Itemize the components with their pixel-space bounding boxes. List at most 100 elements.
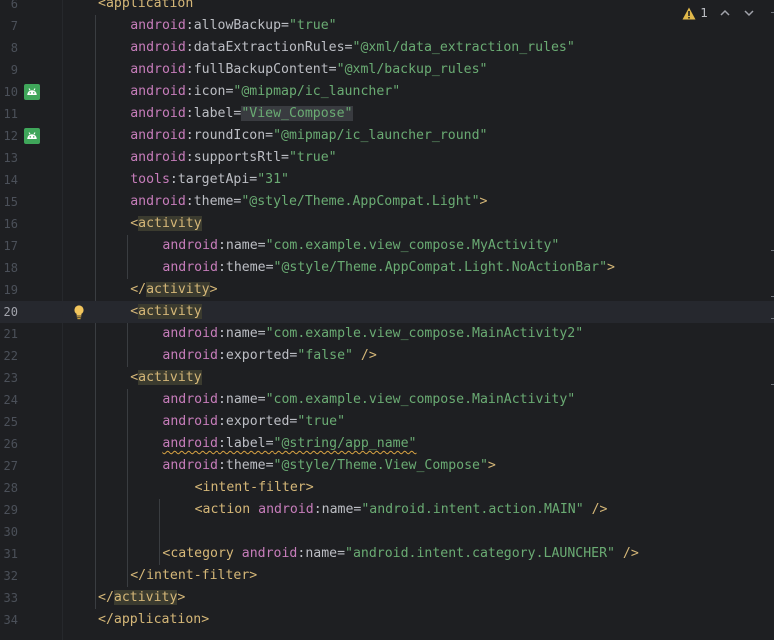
code-text[interactable]: android:label="@string/app_name"	[162, 433, 416, 455]
code-token: <application	[98, 0, 194, 11]
line-number: 25	[3, 415, 18, 429]
code-text[interactable]: <action android:name="android.intent.act…	[195, 499, 608, 521]
code-token: "@style/Theme.View_Compose"	[273, 458, 488, 473]
code-line[interactable]: 9 android:fullBackupContent="@xml/backup_…	[0, 59, 774, 81]
code-text[interactable]: android:name="com.example.view_compose.M…	[162, 389, 575, 411]
code-text[interactable]: android:fullBackupContent="@xml/backup_r…	[130, 59, 487, 81]
code-line[interactable]: 7 android:allowBackup="true"	[0, 15, 774, 37]
code-line[interactable]: 12 android:roundIcon="@mipmap/ic_launcher…	[0, 125, 774, 147]
code-text[interactable]: android:exported="false" />	[162, 345, 376, 367]
chevron-down-icon[interactable]	[742, 6, 756, 20]
chevron-up-icon[interactable]	[718, 6, 732, 20]
line-number: 29	[3, 503, 18, 517]
line-number: 18	[3, 261, 18, 275]
code-text[interactable]: </activity>	[98, 587, 185, 609]
code-token: tools	[130, 172, 170, 187]
code-token: "com.example.view_compose.MainActivity2"	[265, 326, 584, 341]
code-line[interactable]: 16 <activity	[0, 213, 774, 235]
code-token: android	[162, 436, 218, 451]
code-text[interactable]: android:exported="true"	[162, 411, 345, 433]
code-token: "@style/Theme.AppCompat.Light"	[241, 194, 480, 209]
code-line[interactable]: 24 android:name="com.example.view_compose…	[0, 389, 774, 411]
code-text[interactable]: </intent-filter>	[130, 565, 257, 587]
code-line[interactable]: 17 android:name="com.example.view_compose…	[0, 235, 774, 257]
code-line[interactable]: 18 android:theme="@style/Theme.AppCompat.…	[0, 257, 774, 279]
code-token: </	[98, 590, 114, 605]
code-text[interactable]: android:name="com.example.view_compose.M…	[162, 323, 583, 345]
code-line[interactable]: 10 android:icon="@mipmap/ic_launcher"	[0, 81, 774, 103]
code-text[interactable]: <activity	[130, 213, 202, 235]
code-token: :dataExtractionRules=	[185, 40, 353, 55]
line-number: 7	[10, 19, 18, 33]
code-line[interactable]: 15 android:theme="@style/Theme.AppCompat.…	[0, 191, 774, 213]
code-line[interactable]: 27 android:theme="@style/Theme.View_Compo…	[0, 455, 774, 477]
code-line[interactable]: 31 <category android:name="android.intent…	[0, 543, 774, 565]
code-line[interactable]: 33 </activity>	[0, 587, 774, 609]
line-number: 23	[3, 371, 18, 385]
code-text[interactable]: </application>	[98, 609, 209, 631]
code-line[interactable]: 26 android:label="@string/app_name"	[0, 433, 774, 455]
code-text[interactable]: <intent-filter>	[195, 477, 314, 499]
code-line[interactable]: 19 </activity>	[0, 279, 774, 301]
code-token: android	[130, 106, 186, 121]
code-line[interactable]: 11 android:label="View_Compose"	[0, 103, 774, 125]
code-text[interactable]: android:roundIcon="@mipmap/ic_launcher_r…	[130, 125, 487, 147]
line-number: 8	[10, 41, 18, 55]
code-line[interactable]: 32 </intent-filter>	[0, 565, 774, 587]
line-number: 27	[3, 459, 18, 473]
code-text[interactable]: <activity	[130, 301, 202, 323]
line-number: 14	[3, 173, 18, 187]
code-token: :exported=	[217, 414, 298, 429]
code-token: :name=	[217, 392, 266, 407]
code-line[interactable]: 22 android:exported="false" />	[0, 345, 774, 367]
code-text[interactable]: android:allowBackup="true"	[130, 15, 336, 37]
code-text[interactable]: android:theme="@style/Theme.AppCompat.Li…	[130, 191, 487, 213]
code-token: "@style/Theme.AppCompat.Light.NoActionBa…	[273, 260, 608, 275]
code-token: :theme=	[217, 260, 274, 275]
line-number: 13	[3, 151, 18, 165]
code-text[interactable]: android:label="View_Compose"	[130, 103, 353, 125]
android-icon[interactable]	[24, 128, 40, 144]
code-line[interactable]: 21 android:name="com.example.view_compose…	[0, 323, 774, 345]
code-text[interactable]: <activity	[130, 367, 202, 389]
code-text[interactable]: android:supportsRtl="true"	[130, 147, 336, 169]
inspection-widget[interactable]: 1	[682, 4, 756, 22]
code-token: android	[130, 84, 186, 99]
line-number: 11	[3, 107, 18, 121]
code-token: :name=	[217, 238, 266, 253]
code-line[interactable]: 34 </application>	[0, 609, 774, 631]
code-line[interactable]: 8 android:dataExtractionRules="@xml/data_…	[0, 37, 774, 59]
code-line[interactable]: 30	[0, 521, 774, 543]
code-token: android	[162, 326, 218, 341]
code-token: android	[130, 150, 186, 165]
code-token: />	[614, 546, 639, 561]
code-line[interactable]: 13 android:supportsRtl="true"	[0, 147, 774, 169]
code-line[interactable]: 20 <activity	[0, 301, 774, 323]
code-token: android	[162, 458, 218, 473]
code-line[interactable]: 6 <application	[0, 0, 774, 15]
code-text[interactable]: android:icon="@mipmap/ic_launcher"	[130, 81, 400, 103]
code-text[interactable]: android:dataExtractionRules="@xml/data_e…	[130, 37, 575, 59]
warning-count: 1	[700, 6, 708, 20]
code-token: :targetApi=	[169, 172, 258, 187]
code-text[interactable]: android:theme="@style/Theme.View_Compose…	[162, 455, 495, 477]
code-line[interactable]: 28 <intent-filter>	[0, 477, 774, 499]
code-text[interactable]: android:name="com.example.view_compose.M…	[162, 235, 559, 257]
code-line[interactable]: 14 tools:targetApi="31"	[0, 169, 774, 191]
code-editor[interactable]: 6 <application 7 android:allowBackup="true"…	[0, 0, 774, 640]
lightbulb-icon[interactable]	[72, 304, 86, 320]
code-text[interactable]: <category android:name="android.intent.c…	[162, 543, 638, 565]
code-token: >	[487, 458, 496, 473]
code-token: activity	[146, 282, 210, 297]
code-text[interactable]: </activity>	[130, 279, 218, 301]
code-line[interactable]: 25 android:exported="true"	[0, 411, 774, 433]
code-text[interactable]: tools:targetApi="31"	[130, 169, 289, 191]
code-line[interactable]: 23 <activity	[0, 367, 774, 389]
code-text[interactable]: <application	[98, 0, 193, 15]
android-icon[interactable]	[24, 84, 40, 100]
code-token: >	[209, 282, 218, 297]
code-line[interactable]: 29 <action android:name="android.intent.a…	[0, 499, 774, 521]
line-number: 31	[3, 547, 18, 561]
code-token: "false"	[297, 348, 353, 363]
code-text[interactable]: android:theme="@style/Theme.AppCompat.Li…	[162, 257, 615, 279]
